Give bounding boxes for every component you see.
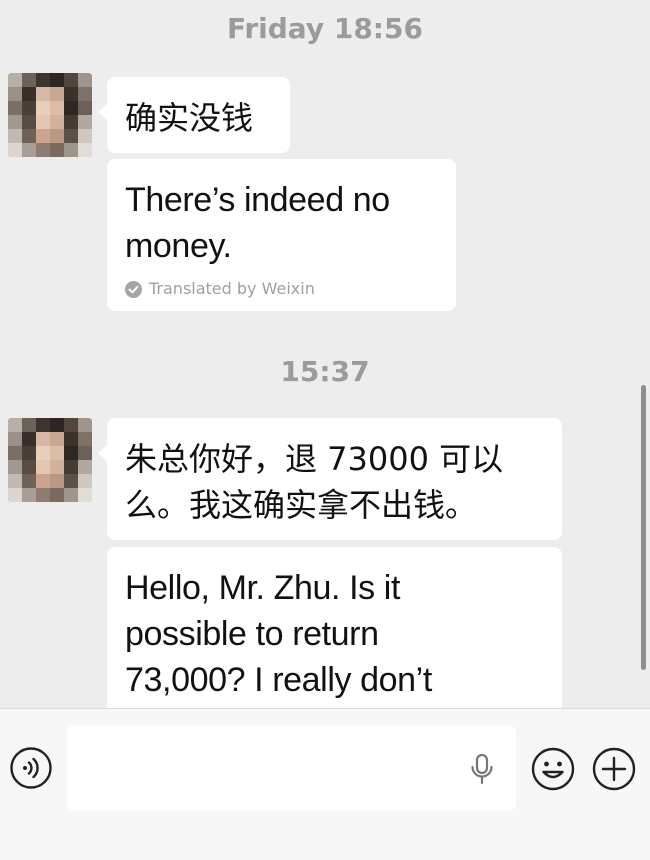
message-text-translation: There’s indeed no money.: [125, 181, 390, 265]
scrollbar[interactable]: [641, 385, 646, 670]
input-bar: [0, 708, 650, 860]
message-list[interactable]: Friday 18:56 确实没钱 There’s indeed no mone…: [0, 0, 650, 708]
emoji-icon[interactable]: [531, 747, 575, 791]
check-circle-icon: [125, 280, 142, 298]
avatar-image: [8, 73, 92, 157]
message-bubble-original[interactable]: 朱总你好，退 73000 可以么。我这确实拿不出钱。: [98, 418, 562, 540]
timestamp-1537: 15:37: [280, 355, 370, 388]
contact-avatar[interactable]: [8, 418, 92, 502]
contact-avatar[interactable]: [8, 73, 92, 157]
message-text-original: 确实没钱: [125, 99, 254, 137]
microphone-icon[interactable]: [469, 753, 495, 785]
message-text-original: 朱总你好，退 73000 可以么。我这确实拿不出钱。: [125, 440, 504, 524]
message-bubble-translation[interactable]: There’s indeed no money. Translated by W…: [107, 159, 456, 311]
message-text-translation: Hello, Mr. Zhu. Is it possible to return…: [125, 569, 432, 699]
avatar-image: [8, 418, 92, 502]
message-input[interactable]: [67, 725, 516, 811]
bubble-tail: [98, 103, 108, 121]
plus-icon[interactable]: [592, 747, 636, 791]
chat-window: Friday 18:56 确实没钱 There’s indeed no mone…: [0, 0, 650, 860]
message-bubble-original[interactable]: 确实没钱: [98, 77, 290, 153]
voice-icon[interactable]: [10, 747, 52, 789]
bubble-tail: [98, 444, 108, 462]
timestamp-friday: Friday 18:56: [227, 12, 423, 45]
translated-by-label: Translated by Weixin: [149, 279, 315, 298]
message-bubble-translation[interactable]: Hello, Mr. Zhu. Is it possible to return…: [107, 547, 562, 708]
translation-note: Translated by Weixin: [125, 279, 438, 299]
